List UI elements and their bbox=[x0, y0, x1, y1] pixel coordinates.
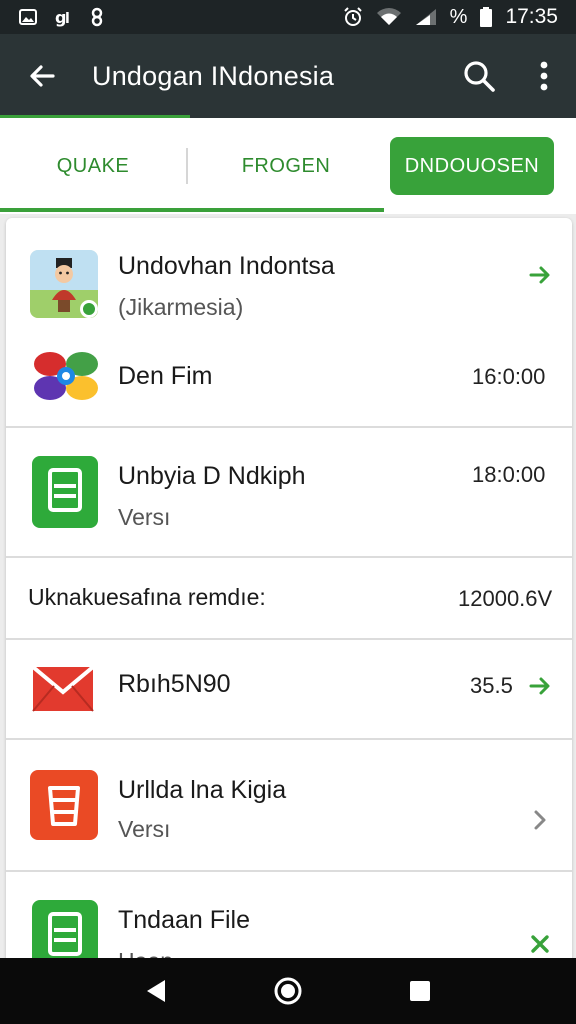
nav-recents-button[interactable] bbox=[392, 963, 448, 1019]
list-item-title: Undovhan Indontsa bbox=[118, 252, 335, 280]
arrow-back-icon bbox=[30, 65, 55, 87]
arrow-right-icon[interactable] bbox=[526, 261, 554, 289]
nav-back-button[interactable] bbox=[128, 963, 184, 1019]
list-item-title: Den Fim bbox=[118, 362, 213, 390]
battery-percent-label: % bbox=[449, 5, 468, 28]
alarm-icon bbox=[342, 6, 364, 28]
search-icon bbox=[464, 61, 495, 92]
app-bar: Undogan INdonesia bbox=[0, 34, 576, 118]
arrow-right-icon[interactable] bbox=[526, 672, 554, 700]
status-time: 17:35 bbox=[505, 5, 558, 28]
list-item-subtitle: (Jikarmesia) bbox=[118, 294, 244, 320]
mail-app-icon bbox=[32, 666, 94, 712]
wifi-icon bbox=[376, 7, 402, 27]
list-item-value: 12000.6V bbox=[458, 586, 553, 611]
list-item-title: Urllda lna Kigia bbox=[118, 776, 287, 804]
list-item[interactable]: Undovhan Indontsa (Jikarmesia) bbox=[6, 218, 572, 326]
system-nav-bar bbox=[0, 958, 576, 1024]
list-item-value: 16:0:00 bbox=[472, 364, 546, 389]
tab-frogen[interactable]: FROGEN bbox=[188, 137, 384, 195]
battery-icon bbox=[479, 6, 493, 28]
tab-quake[interactable]: QUAKE bbox=[0, 137, 186, 195]
close-icon[interactable] bbox=[526, 930, 554, 958]
tab-indicator bbox=[0, 208, 384, 212]
list-item-title: Uknakuesafına remdıe: bbox=[28, 584, 266, 610]
nav-recents-icon bbox=[410, 981, 430, 1001]
nav-back-icon bbox=[147, 980, 165, 1002]
nav-home-button[interactable] bbox=[260, 963, 316, 1019]
list-item-title: Tndaan File bbox=[118, 906, 251, 934]
list-item-title: Rbıh5N90 bbox=[118, 670, 231, 698]
list-item[interactable]: Den Fim 16:0:00 bbox=[6, 326, 572, 426]
list-item[interactable]: Rbıh5N90 35.5 bbox=[6, 640, 572, 738]
more-vert-icon bbox=[540, 61, 548, 91]
signal-icon bbox=[414, 7, 438, 27]
overflow-menu-button[interactable] bbox=[512, 34, 576, 118]
list-item-title: Unbyia D Ndkiph bbox=[118, 462, 306, 490]
chevron-right-icon[interactable] bbox=[526, 806, 554, 834]
database-app-icon bbox=[30, 770, 98, 840]
list-item[interactable]: Unbyia D Ndkiph Versı 18:0:00 bbox=[6, 428, 572, 556]
page-title: Undogan INdonesia bbox=[92, 60, 335, 91]
avatar bbox=[30, 250, 98, 318]
list-item-subtitle: Versı bbox=[118, 816, 171, 842]
image-notification-icon bbox=[18, 7, 38, 27]
messenger-notification-icon: gl bbox=[54, 7, 74, 27]
list-item-subtitle: Versı bbox=[118, 504, 171, 530]
sheets-app-icon bbox=[32, 456, 98, 528]
search-button[interactable] bbox=[446, 34, 512, 118]
list-item[interactable]: Urllda lna Kigia Versı bbox=[6, 740, 572, 870]
list-item-value: 35.5 bbox=[470, 673, 513, 698]
tab-bar: QUAKE FROGEN DNDOUOSEN bbox=[0, 118, 576, 214]
app-notification-icon bbox=[90, 7, 104, 27]
status-dot bbox=[80, 300, 98, 318]
svg-text:l: l bbox=[65, 11, 70, 27]
status-bar: gl % 17:35 bbox=[0, 0, 576, 34]
tab-dndouosen[interactable]: DNDOUOSEN bbox=[390, 137, 554, 195]
list-item[interactable]: Uknakuesafına remdıe: 12000.6V bbox=[6, 558, 572, 638]
list-card: Undovhan Indontsa (Jikarmesia) Den Fim 1… bbox=[6, 218, 572, 978]
pinwheel-app-icon bbox=[30, 348, 102, 404]
list-item-value: 18:0:00 bbox=[472, 462, 546, 487]
nav-home-icon bbox=[274, 977, 302, 1005]
back-button[interactable] bbox=[0, 34, 84, 118]
